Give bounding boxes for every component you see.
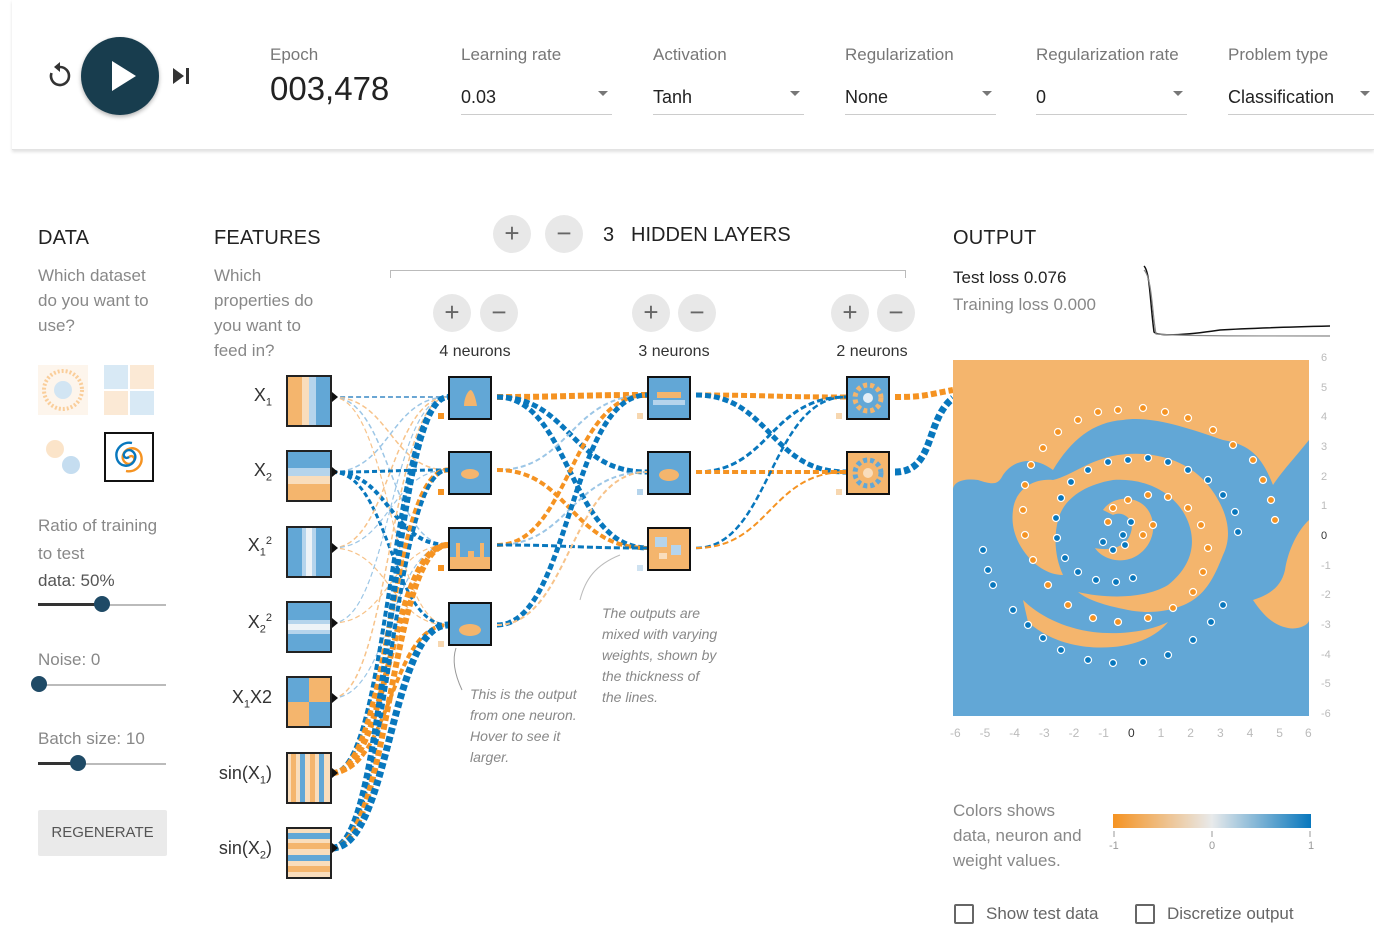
annotation-line: The outputs are [602, 605, 701, 621]
legend-line: Colors shows [953, 801, 1056, 820]
color-legend-text: Colors shows data, neuron and weight val… [953, 798, 1103, 873]
x-tick: 1 [1157, 726, 1165, 740]
y-tick: 4 [1321, 411, 1328, 424]
x-tick: -2 [1068, 726, 1080, 740]
feature-node-x1x2[interactable] [286, 676, 332, 728]
neuron-output-annotation: This is the output from one neuron. Hove… [470, 684, 610, 768]
legend-line: data, neuron and [953, 826, 1082, 845]
x-tick: 6 [1305, 726, 1312, 740]
bias-markers [0, 0, 900, 665]
annotation-line: the lines. [602, 689, 659, 705]
y-tick: 5 [1321, 381, 1328, 394]
output-data-points [978, 403, 1280, 668]
show-test-data-label[interactable]: Show test data [986, 904, 1098, 924]
y-tick: -6 [1321, 708, 1331, 720]
annotation-line: from one neuron. [470, 707, 577, 723]
color-legend-bar [1113, 814, 1311, 828]
x-tick: -3 [1039, 726, 1050, 740]
y-tick: -1 [1321, 559, 1331, 572]
training-loss: Training loss 0.000 [953, 295, 1097, 314]
annotation-line: This is the output [470, 686, 577, 702]
x-tick: -5 [979, 726, 991, 740]
y-axis: 6 5 4 3 2 1 0 -1 -2 -3 -4 -5 -6 [1309, 352, 1339, 726]
legend-tick: 1 [1308, 840, 1315, 852]
output-heading: OUTPUT [953, 227, 1037, 249]
x-axis: -6 -5 -4 -3 -2 -1 0 1 2 3 4 5 6 [945, 726, 1325, 742]
feature-node-sin-x1[interactable] [286, 752, 332, 804]
legend-line: weight values. [953, 851, 1061, 870]
legend-tick: -1 [1109, 840, 1119, 852]
x-tick: 0 [1128, 726, 1135, 740]
annotation-line: weights, shown by [602, 647, 717, 663]
x-tick: -1 [1098, 726, 1109, 740]
loss-curve [1140, 262, 1332, 342]
discretize-output-checkbox[interactable] [1135, 904, 1155, 924]
annotation-line: larger. [470, 749, 510, 765]
y-tick: 2 [1321, 470, 1328, 483]
output-heatmap [953, 360, 1309, 716]
y-tick: -2 [1321, 589, 1331, 602]
x-tick: -4 [1009, 726, 1020, 740]
annotation-line: mixed with varying [602, 626, 718, 642]
x-tick: 5 [1276, 726, 1283, 740]
y-tick: 3 [1321, 441, 1328, 453]
test-loss: Test loss 0.076 [953, 268, 1067, 287]
y-tick: 0 [1321, 530, 1328, 542]
annotation-line: Hover to see it [470, 728, 561, 744]
discretize-output-label[interactable]: Discretize output [1167, 904, 1294, 924]
y-tick: 1 [1321, 500, 1328, 513]
x-tick: 2 [1187, 726, 1194, 740]
x-tick: 3 [1217, 726, 1224, 740]
weights-annotation: The outputs are mixed with varying weigh… [602, 603, 752, 708]
y-tick: 6 [1321, 352, 1328, 364]
y-tick: -5 [1321, 678, 1331, 691]
y-tick: -4 [1321, 648, 1331, 661]
legend-tick: 0 [1209, 840, 1216, 852]
feature-node-sin-x2[interactable] [286, 827, 332, 879]
annotation-line: the thickness of [602, 668, 700, 684]
show-test-data-checkbox[interactable] [954, 904, 974, 924]
x-tick: -6 [950, 726, 961, 740]
x-tick: 4 [1246, 726, 1254, 740]
y-tick: -3 [1321, 619, 1331, 631]
